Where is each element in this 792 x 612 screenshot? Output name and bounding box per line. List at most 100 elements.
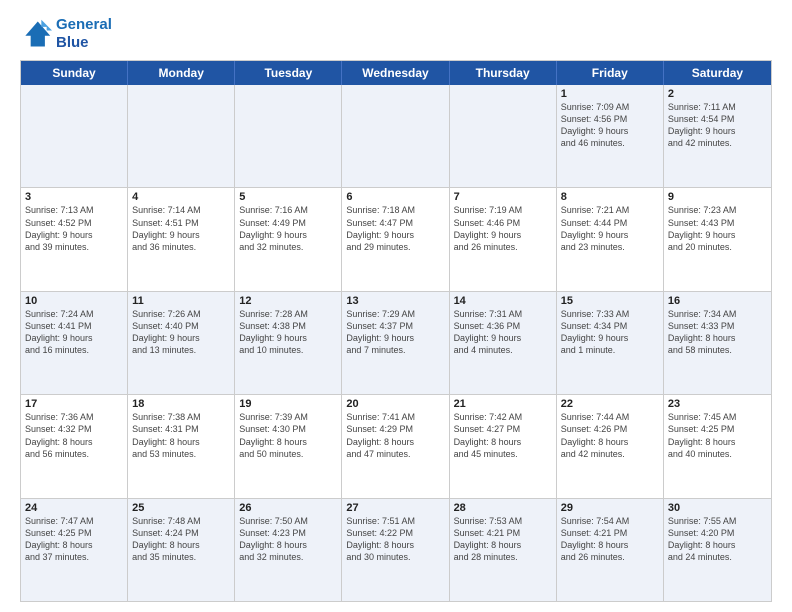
day-cell-16: 16Sunrise: 7:34 AMSunset: 4:33 PMDayligh…	[664, 292, 771, 394]
header: General Blue	[20, 16, 772, 52]
day-number: 24	[25, 502, 123, 514]
week-row-4: 17Sunrise: 7:36 AMSunset: 4:32 PMDayligh…	[21, 394, 771, 497]
day-number: 29	[561, 502, 659, 514]
day-cell-30: 30Sunrise: 7:55 AMSunset: 4:20 PMDayligh…	[664, 499, 771, 601]
day-cell-14: 14Sunrise: 7:31 AMSunset: 4:36 PMDayligh…	[450, 292, 557, 394]
day-number: 22	[561, 398, 659, 410]
day-number: 19	[239, 398, 337, 410]
day-number: 2	[668, 88, 767, 100]
header-day-friday: Friday	[557, 61, 664, 85]
day-number: 25	[132, 502, 230, 514]
day-info: Sunrise: 7:50 AMSunset: 4:23 PMDaylight:…	[239, 515, 337, 564]
day-cell-2: 2Sunrise: 7:11 AMSunset: 4:54 PMDaylight…	[664, 85, 771, 187]
day-info: Sunrise: 7:48 AMSunset: 4:24 PMDaylight:…	[132, 515, 230, 564]
day-number: 23	[668, 398, 767, 410]
logo-icon	[20, 18, 52, 50]
empty-cell	[21, 85, 128, 187]
day-number: 14	[454, 295, 552, 307]
header-day-monday: Monday	[128, 61, 235, 85]
day-info: Sunrise: 7:36 AMSunset: 4:32 PMDaylight:…	[25, 411, 123, 460]
day-number: 16	[668, 295, 767, 307]
day-cell-7: 7Sunrise: 7:19 AMSunset: 4:46 PMDaylight…	[450, 188, 557, 290]
calendar-body: 1Sunrise: 7:09 AMSunset: 4:56 PMDaylight…	[21, 85, 771, 601]
day-number: 28	[454, 502, 552, 514]
header-day-saturday: Saturday	[664, 61, 771, 85]
day-cell-18: 18Sunrise: 7:38 AMSunset: 4:31 PMDayligh…	[128, 395, 235, 497]
day-cell-28: 28Sunrise: 7:53 AMSunset: 4:21 PMDayligh…	[450, 499, 557, 601]
day-cell-26: 26Sunrise: 7:50 AMSunset: 4:23 PMDayligh…	[235, 499, 342, 601]
day-info: Sunrise: 7:09 AMSunset: 4:56 PMDaylight:…	[561, 101, 659, 150]
day-info: Sunrise: 7:39 AMSunset: 4:30 PMDaylight:…	[239, 411, 337, 460]
day-cell-11: 11Sunrise: 7:26 AMSunset: 4:40 PMDayligh…	[128, 292, 235, 394]
week-row-1: 1Sunrise: 7:09 AMSunset: 4:56 PMDaylight…	[21, 85, 771, 187]
calendar: SundayMondayTuesdayWednesdayThursdayFrid…	[20, 60, 772, 602]
day-cell-8: 8Sunrise: 7:21 AMSunset: 4:44 PMDaylight…	[557, 188, 664, 290]
day-number: 13	[346, 295, 444, 307]
day-number: 21	[454, 398, 552, 410]
day-cell-25: 25Sunrise: 7:48 AMSunset: 4:24 PMDayligh…	[128, 499, 235, 601]
day-number: 11	[132, 295, 230, 307]
day-info: Sunrise: 7:53 AMSunset: 4:21 PMDaylight:…	[454, 515, 552, 564]
day-info: Sunrise: 7:14 AMSunset: 4:51 PMDaylight:…	[132, 204, 230, 253]
day-info: Sunrise: 7:31 AMSunset: 4:36 PMDaylight:…	[454, 308, 552, 357]
empty-cell	[128, 85, 235, 187]
day-info: Sunrise: 7:16 AMSunset: 4:49 PMDaylight:…	[239, 204, 337, 253]
day-info: Sunrise: 7:33 AMSunset: 4:34 PMDaylight:…	[561, 308, 659, 357]
day-info: Sunrise: 7:29 AMSunset: 4:37 PMDaylight:…	[346, 308, 444, 357]
logo: General Blue	[20, 16, 112, 52]
day-cell-3: 3Sunrise: 7:13 AMSunset: 4:52 PMDaylight…	[21, 188, 128, 290]
day-number: 10	[25, 295, 123, 307]
day-number: 9	[668, 191, 767, 203]
day-cell-15: 15Sunrise: 7:33 AMSunset: 4:34 PMDayligh…	[557, 292, 664, 394]
day-info: Sunrise: 7:34 AMSunset: 4:33 PMDaylight:…	[668, 308, 767, 357]
day-cell-20: 20Sunrise: 7:41 AMSunset: 4:29 PMDayligh…	[342, 395, 449, 497]
day-info: Sunrise: 7:21 AMSunset: 4:44 PMDaylight:…	[561, 204, 659, 253]
header-day-tuesday: Tuesday	[235, 61, 342, 85]
day-number: 3	[25, 191, 123, 203]
day-cell-9: 9Sunrise: 7:23 AMSunset: 4:43 PMDaylight…	[664, 188, 771, 290]
day-number: 5	[239, 191, 337, 203]
day-number: 8	[561, 191, 659, 203]
day-cell-10: 10Sunrise: 7:24 AMSunset: 4:41 PMDayligh…	[21, 292, 128, 394]
empty-cell	[450, 85, 557, 187]
day-info: Sunrise: 7:54 AMSunset: 4:21 PMDaylight:…	[561, 515, 659, 564]
day-info: Sunrise: 7:38 AMSunset: 4:31 PMDaylight:…	[132, 411, 230, 460]
day-cell-1: 1Sunrise: 7:09 AMSunset: 4:56 PMDaylight…	[557, 85, 664, 187]
week-row-5: 24Sunrise: 7:47 AMSunset: 4:25 PMDayligh…	[21, 498, 771, 601]
day-info: Sunrise: 7:23 AMSunset: 4:43 PMDaylight:…	[668, 204, 767, 253]
day-info: Sunrise: 7:55 AMSunset: 4:20 PMDaylight:…	[668, 515, 767, 564]
day-cell-4: 4Sunrise: 7:14 AMSunset: 4:51 PMDaylight…	[128, 188, 235, 290]
day-number: 15	[561, 295, 659, 307]
day-number: 6	[346, 191, 444, 203]
day-number: 27	[346, 502, 444, 514]
day-info: Sunrise: 7:47 AMSunset: 4:25 PMDaylight:…	[25, 515, 123, 564]
day-number: 26	[239, 502, 337, 514]
day-info: Sunrise: 7:18 AMSunset: 4:47 PMDaylight:…	[346, 204, 444, 253]
day-cell-17: 17Sunrise: 7:36 AMSunset: 4:32 PMDayligh…	[21, 395, 128, 497]
day-number: 7	[454, 191, 552, 203]
page: General Blue SundayMondayTuesdayWednesda…	[0, 0, 792, 612]
day-info: Sunrise: 7:45 AMSunset: 4:25 PMDaylight:…	[668, 411, 767, 460]
day-info: Sunrise: 7:19 AMSunset: 4:46 PMDaylight:…	[454, 204, 552, 253]
day-cell-6: 6Sunrise: 7:18 AMSunset: 4:47 PMDaylight…	[342, 188, 449, 290]
day-info: Sunrise: 7:13 AMSunset: 4:52 PMDaylight:…	[25, 204, 123, 253]
day-number: 4	[132, 191, 230, 203]
day-number: 12	[239, 295, 337, 307]
day-info: Sunrise: 7:42 AMSunset: 4:27 PMDaylight:…	[454, 411, 552, 460]
day-number: 30	[668, 502, 767, 514]
day-info: Sunrise: 7:26 AMSunset: 4:40 PMDaylight:…	[132, 308, 230, 357]
week-row-2: 3Sunrise: 7:13 AMSunset: 4:52 PMDaylight…	[21, 187, 771, 290]
day-cell-21: 21Sunrise: 7:42 AMSunset: 4:27 PMDayligh…	[450, 395, 557, 497]
day-cell-12: 12Sunrise: 7:28 AMSunset: 4:38 PMDayligh…	[235, 292, 342, 394]
day-cell-5: 5Sunrise: 7:16 AMSunset: 4:49 PMDaylight…	[235, 188, 342, 290]
day-cell-22: 22Sunrise: 7:44 AMSunset: 4:26 PMDayligh…	[557, 395, 664, 497]
day-cell-23: 23Sunrise: 7:45 AMSunset: 4:25 PMDayligh…	[664, 395, 771, 497]
day-info: Sunrise: 7:24 AMSunset: 4:41 PMDaylight:…	[25, 308, 123, 357]
day-cell-19: 19Sunrise: 7:39 AMSunset: 4:30 PMDayligh…	[235, 395, 342, 497]
day-number: 20	[346, 398, 444, 410]
day-cell-29: 29Sunrise: 7:54 AMSunset: 4:21 PMDayligh…	[557, 499, 664, 601]
empty-cell	[235, 85, 342, 187]
header-day-thursday: Thursday	[450, 61, 557, 85]
week-row-3: 10Sunrise: 7:24 AMSunset: 4:41 PMDayligh…	[21, 291, 771, 394]
day-info: Sunrise: 7:28 AMSunset: 4:38 PMDaylight:…	[239, 308, 337, 357]
